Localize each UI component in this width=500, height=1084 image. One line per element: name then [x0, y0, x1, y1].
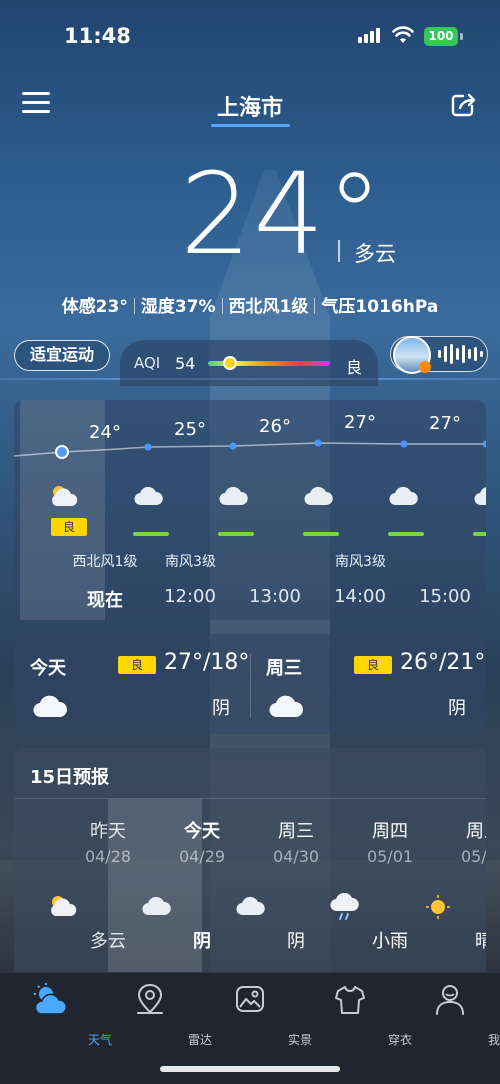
- hourly-column[interactable]: 26° 南风3级 13:00: [165, 400, 301, 620]
- play-icon: [419, 361, 431, 373]
- today-label: 今天: [30, 658, 66, 679]
- wind: 西北风1级: [228, 297, 309, 317]
- partly-cloudy-icon: [47, 893, 77, 921]
- forecast-day-column[interactable]: 周三 04/30 阴: [202, 799, 319, 998]
- today-temp-range: 27°/18°: [164, 650, 250, 675]
- aqi-gauge-marker: [222, 356, 237, 370]
- hourly-column[interactable]: 24° 良西北风1级 现在: [20, 400, 137, 620]
- partly-cloudy-icon: [48, 483, 78, 509]
- cloud-icon: [473, 483, 486, 509]
- hourly-column[interactable]: 27° 14:00: [275, 400, 386, 620]
- wind-level-bar: [473, 532, 486, 536]
- sound-wave-icon: [438, 343, 483, 365]
- radar-map-pin-icon: [134, 983, 166, 1017]
- battery-tip: [460, 33, 463, 40]
- cloud-icon: [33, 695, 68, 718]
- nav-item-radar-map-pin[interactable]: 雷达: [100, 983, 212, 1047]
- hourly-column[interactable]: 216:: [445, 400, 486, 620]
- photo-icon: [234, 983, 266, 1017]
- today-aqi-badge: 良: [118, 656, 156, 674]
- aqi-label: AQI: [134, 354, 161, 372]
- nav-label: 我的: [487, 1033, 500, 1047]
- header: 上海市: [0, 80, 500, 130]
- wind-level-bar: [303, 532, 339, 536]
- cloud-icon: [388, 483, 418, 509]
- aqi-value: 54: [175, 354, 196, 373]
- forecast-date: 05/02: [460, 847, 486, 866]
- humidity: 湿度37%: [140, 297, 216, 317]
- hourly-aqi-badge: 良: [51, 518, 87, 536]
- profile-icon: [434, 983, 466, 1017]
- today-tomorrow-card[interactable]: 今天 良 27°/18° 阴 周三 良 26°/21° 阴: [14, 634, 486, 734]
- status-time: 11:48: [64, 24, 131, 48]
- wednesday-condition: 阴: [448, 698, 466, 719]
- hourly-column[interactable]: 27° 南风3级 15:00: [335, 400, 471, 620]
- city-indicator: [211, 124, 290, 127]
- wifi-icon: [392, 26, 414, 43]
- nav-item-tshirt[interactable]: 穿衣: [300, 983, 412, 1047]
- forecast-day-column[interactable]: 今天 04/29 阴: [108, 799, 225, 998]
- forecast-day-label: 周五: [466, 821, 486, 842]
- nav-item-photo[interactable]: 实景: [200, 983, 312, 1047]
- fifteen-day-forecast-card[interactable]: 15日预报 昨天 04/28 多云 今天 04/29 阴周三 04/30 阴周四 05/01 小雨…: [14, 748, 486, 998]
- battery-indicator: 100: [424, 27, 458, 46]
- card-divider: [250, 654, 251, 718]
- wednesday-aqi-badge: 良: [354, 656, 392, 674]
- hourly-forecast-card[interactable]: 24° 良西北风1级 现在 25° 12:00 26° 南风3级 13:00 27° 14:00 2…: [14, 400, 486, 620]
- temperature-divider: [338, 240, 340, 262]
- current-condition: 多云: [354, 242, 396, 266]
- hourly-wind: 南风3级: [335, 554, 386, 570]
- cloud-icon: [218, 483, 248, 509]
- city-title[interactable]: 上海市: [0, 90, 500, 122]
- cloud-icon: [141, 893, 171, 921]
- weather-thumbnail[interactable]: [393, 336, 431, 374]
- cloud-icon: [235, 893, 265, 921]
- cloud-icon: [133, 483, 163, 509]
- forecast-title[interactable]: 15日预报: [30, 763, 109, 789]
- wednesday-temp-range: 26°/21°: [400, 650, 486, 675]
- forecast-day-column[interactable]: 周四 05/01 小雨: [296, 799, 413, 998]
- aqi-level: 良: [346, 358, 363, 377]
- weather-icon: [34, 983, 67, 1017]
- tshirt-icon: [334, 983, 366, 1017]
- sun-icon: [423, 893, 453, 921]
- wind-level-bar: [218, 532, 254, 536]
- signal-icon: [358, 28, 380, 43]
- nav-item-profile[interactable]: 我的: [400, 983, 500, 1047]
- forecast-condition: 晴: [475, 931, 486, 952]
- light-rain-icon: [329, 892, 359, 921]
- feels-like: 体感23°: [61, 297, 128, 317]
- wednesday-label: 周三: [266, 658, 302, 679]
- wind-level-bar: [388, 532, 424, 536]
- cloud-icon: [269, 695, 304, 718]
- home-indicator: [160, 1066, 340, 1072]
- sport-suggestion-button[interactable]: 适宜运动: [14, 340, 110, 371]
- pressure: 气压1016hPa: [321, 297, 439, 317]
- hourly-column[interactable]: 25° 12:00: [105, 400, 216, 620]
- current-details: 体感23° 湿度37% 西北风1级 气压1016hPa: [0, 292, 500, 317]
- today-condition: 阴: [212, 698, 230, 719]
- share-icon[interactable]: [450, 92, 478, 118]
- forecast-day-column[interactable]: 昨天 04/28 多云: [14, 799, 131, 998]
- status-bar: 11:48 100: [0, 0, 500, 70]
- cloud-icon: [303, 483, 333, 509]
- wind-level-bar: [133, 532, 169, 536]
- forecast-day-column[interactable]: 周五 05/02 晴: [390, 799, 486, 998]
- hourly-wind: 南风3级: [165, 554, 216, 570]
- nav-item-weather[interactable]: 天气: [0, 983, 112, 1047]
